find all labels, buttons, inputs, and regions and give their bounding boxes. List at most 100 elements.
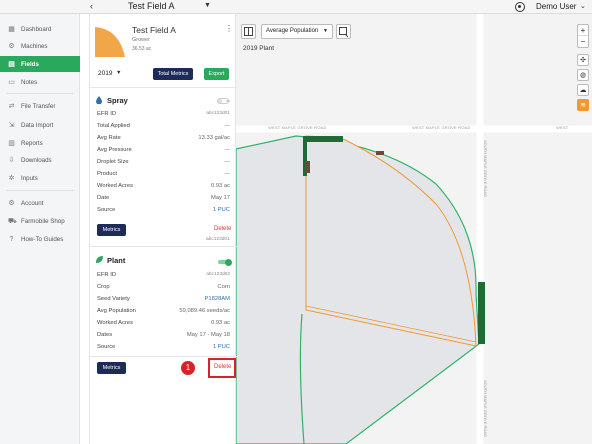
sidebar-item-machines[interactable]: ⚙ Machines — [0, 38, 80, 54]
account-icon: ⚙ — [8, 199, 15, 207]
sidebar-item-label: Notes — [21, 78, 38, 86]
grid-icon: ▤ — [8, 60, 15, 68]
year-select[interactable]: 2019 — [98, 70, 112, 77]
download-icon: ⇩ — [8, 156, 15, 164]
spray-row: Total Applied --- — [97, 123, 230, 133]
divider — [90, 87, 237, 88]
row-value: abc123d02 — [206, 272, 230, 277]
seed-variety-link[interactable]: P1828AM — [205, 296, 230, 302]
machine-icon: ⚙ — [8, 42, 15, 50]
layer-select-value: Average Population — [266, 28, 319, 34]
road-label-partial: WEST — [556, 125, 569, 130]
row-label: EFR ID — [97, 111, 117, 117]
export-button[interactable]: Export — [204, 68, 229, 80]
sidebar-item-notes[interactable]: ▭ Notes — [0, 74, 80, 90]
plant-row: EFR ID abc123d02 — [97, 272, 230, 282]
report-icon: ▥ — [8, 139, 15, 147]
step-number-badge: 1 — [181, 361, 195, 375]
spray-metrics-button[interactable]: Metrics — [97, 224, 126, 236]
cart-icon: ⛟ — [8, 217, 17, 225]
caret-down-icon[interactable]: ▼ — [204, 2, 211, 9]
sidebar-item-label: File Transfer — [21, 102, 56, 110]
field-name: Test Field A — [132, 25, 176, 35]
spray-row: Droplet Size --- — [97, 159, 230, 169]
plant-row: Seed Variety P1828AM — [97, 296, 230, 306]
sidebar-item-how-to-guides[interactable]: ? How-To Guides — [0, 231, 80, 247]
chevron-down-icon[interactable]: ⌄ — [580, 2, 586, 10]
field-detail-panel: Test Field A Grower 36.53 ac ⋮ 2019 ▼ To… — [89, 14, 237, 444]
plant-row: Avg Population 59,089.46 seeds/ac — [97, 308, 230, 318]
sidebar-item-file-transfer[interactable]: ⇄ File Transfer — [0, 98, 80, 114]
caret-down-icon[interactable]: ▼ — [116, 70, 121, 76]
user-name[interactable]: Demo User — [536, 2, 576, 11]
leaf-icon — [96, 256, 103, 263]
spray-row: EFR ID abc123d01 — [97, 111, 230, 121]
sidebar-item-dashboard[interactable]: ▦ Dashboard — [0, 21, 80, 37]
weather-icon: ☁ — [579, 87, 587, 94]
sidebar-item-fields[interactable]: ▤ Fields — [0, 56, 80, 72]
total-metrics-button[interactable]: Total Metrics — [153, 68, 193, 80]
road-label-vertical: SOUTH MAPLE GROVE ROAD — [483, 140, 488, 197]
spray-delete-link[interactable]: Delete — [214, 226, 231, 232]
weather-button[interactable]: ☁ — [577, 84, 589, 96]
row-value: --- — [224, 123, 230, 129]
spray-row: Date May 17 — [97, 195, 230, 205]
sidebar-item-label: Farmobile Shop — [21, 217, 65, 225]
layers-button[interactable]: ≋ — [577, 99, 589, 111]
sidebar-item-label: Inputs — [21, 174, 38, 182]
sidebar-item-data-import[interactable]: ⇲ Data Import — [0, 117, 80, 133]
plant-metrics-button[interactable]: Metrics — [97, 362, 126, 374]
source-link[interactable]: 1 PUC — [213, 344, 230, 350]
sidebar-item-account[interactable]: ⚙ Account — [0, 195, 80, 211]
globe-button[interactable]: ◍ — [577, 69, 589, 81]
sidebar-item-farmobile-shop[interactable]: ⛟ Farmobile Shop — [0, 213, 80, 229]
kebab-menu-icon[interactable]: ⋮ — [225, 24, 233, 33]
sidebar-item-downloads[interactable]: ⇩ Downloads — [0, 152, 80, 168]
layer-select[interactable]: Average Population ▼ — [261, 24, 333, 39]
sidebar-item-label: Dashboard — [21, 25, 52, 33]
row-value: --- — [224, 159, 230, 165]
plant-section-title: Plant — [107, 256, 126, 265]
spray-row: Product --- — [97, 171, 230, 181]
field-acres: 36.53 ac — [132, 46, 152, 52]
sidebar-item-inputs[interactable]: ✲ Inputs — [0, 170, 80, 186]
dashboard-icon: ▦ — [8, 25, 15, 33]
field-map[interactable] — [236, 14, 592, 444]
row-value: May 17 - May 18 — [186, 332, 230, 338]
edit-boundary-button[interactable] — [336, 24, 351, 39]
fullscreen-button[interactable]: ✣ — [577, 54, 589, 66]
toggle-state-label: on — [226, 99, 230, 103]
field-title[interactable]: Test Field A — [128, 1, 175, 11]
chevron-left-icon[interactable]: ‹ — [90, 1, 93, 11]
spray-row: Avg Pressure --- — [97, 147, 230, 157]
plant-row: Source 1 PUC — [97, 344, 230, 354]
sidebar-item-label: Machines — [21, 42, 48, 50]
row-label: Source — [97, 344, 116, 350]
sidebar-item-label: Reports — [21, 139, 43, 147]
sidebar-item-label: Data Import — [21, 121, 54, 129]
sidebar-item-label: How-To Guides — [21, 235, 64, 243]
plant-toggle[interactable] — [218, 258, 232, 266]
row-value: 59,089.46 seeds/ac — [179, 308, 230, 314]
spray-row: Source 1 PUC — [97, 207, 230, 217]
spray-footer-id: abc123d01 — [206, 237, 230, 242]
map-title: 2019 Plant — [243, 45, 275, 52]
road-label-vertical: SOUTH MAPLE GROVE ROAD — [483, 380, 488, 437]
zoom-in-button[interactable]: + — [578, 25, 588, 36]
droplet-icon — [96, 96, 102, 104]
user-icon[interactable] — [515, 2, 525, 12]
source-link[interactable]: 1 PUC — [213, 207, 230, 213]
layer-toggle-button[interactable] — [241, 24, 256, 39]
sidebar-divider — [6, 93, 74, 94]
grower-name: Grower — [132, 37, 151, 43]
row-value: --- — [224, 147, 230, 153]
row-value: Corn — [217, 284, 230, 290]
plant-row: Worked Acres 0.93 ac — [97, 320, 230, 330]
sidebar-item-reports[interactable]: ▥ Reports — [0, 135, 80, 151]
map-area[interactable] — [236, 14, 592, 444]
columns-icon — [244, 27, 253, 36]
row-value: 13.33 gal/ac — [198, 135, 230, 141]
zoom-out-button[interactable]: − — [578, 36, 588, 47]
row-value: 0.93 ac — [210, 183, 230, 189]
field-shape-thumbnail — [95, 27, 125, 57]
